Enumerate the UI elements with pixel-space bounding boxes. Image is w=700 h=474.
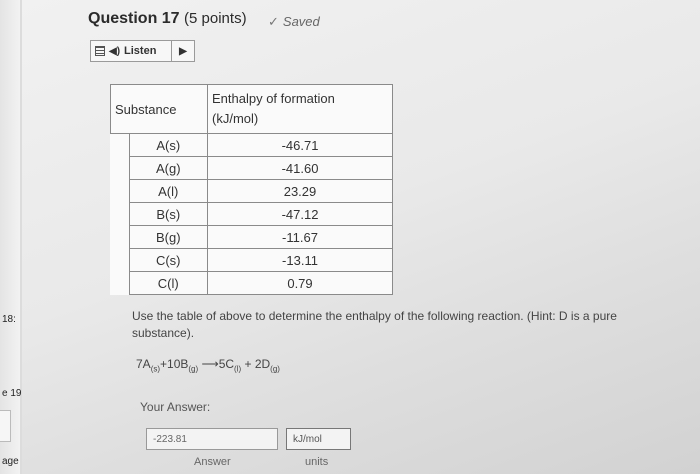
table-row: A(l) 23.29 [110,179,393,203]
nav-question-19[interactable]: e 19: [2,388,24,399]
cell-substance: B(g) [128,225,208,249]
table-row: B(g) -11.67 [110,225,393,249]
cell-value: -13.11 [207,248,393,272]
reaction-state: (g) [270,364,280,374]
table-row: A(s) -46.71 [110,133,393,157]
check-icon: ✓ [268,14,279,29]
table-row: C(s) -13.11 [110,248,393,272]
units-field-label: units [305,456,329,468]
question-number: Question 17 [88,10,180,27]
cell-value: -41.60 [207,156,393,180]
question-title: Question 17 (5 points) [88,10,247,28]
units-input[interactable] [286,428,351,450]
reaction-state: (g) [188,364,199,374]
saved-label: Saved [282,14,320,29]
table-row: A(g) -41.60 [110,156,393,180]
reaction-term: + 2D [241,357,271,371]
cell-substance: A(l) [128,179,208,203]
answer-input[interactable] [146,428,278,450]
answer-field-label: Answer [194,456,231,468]
reaction-equation: 7A(s)+10B(g) ⟶5C(l) + 2D(g) [136,357,280,373]
reaction-term: 7A [136,357,151,371]
cell-value: 23.29 [207,179,393,203]
cell-substance: C(s) [128,248,208,272]
table-row: B(s) -47.12 [110,202,393,226]
listen-label: Listen [124,45,157,57]
nav-question-19-box[interactable] [0,410,11,442]
cell-substance: C(l) [128,271,208,295]
cell-value: 0.79 [207,271,393,295]
menu-icon[interactable] [95,46,105,56]
header-enthalpy: Enthalpy of formation (kJ/mol) [207,84,393,134]
table-header-row: Substance Enthalpy of formation (kJ/mol) [110,84,393,134]
question-text: Use the table of above to determine the … [132,309,617,340]
cell-substance: A(g) [128,156,208,180]
cell-value: -11.67 [207,225,393,249]
header-enthalpy-line1: Enthalpy of formation [212,91,335,106]
speaker-icon: ◀) [109,45,121,57]
question-points: (5 points) [184,10,247,27]
header-substance: Substance [110,84,208,134]
your-answer-label: Your Answer: [140,400,211,414]
cell-value: -46.71 [207,133,393,157]
reaction-state: (s) [150,364,161,374]
nav-question-18[interactable]: 18: [2,314,16,325]
saved-status: ✓ Saved [268,14,320,30]
header-enthalpy-line2: (kJ/mol) [212,111,259,126]
cell-substance: A(s) [128,133,208,157]
enthalpy-table: Substance Enthalpy of formation (kJ/mol)… [110,84,393,295]
cell-substance: B(s) [128,202,208,226]
cell-value: -47.12 [207,202,393,226]
reaction-term: +10B [160,357,189,371]
listen-button[interactable]: ◀) Listen ▶ [90,40,195,62]
table-row: C(l) 0.79 [110,271,393,295]
question-nav-gutter: 18: e 19: age 20: [0,0,35,474]
reaction-term: ⟶5C [198,357,235,371]
play-icon[interactable]: ▶ [171,41,194,61]
